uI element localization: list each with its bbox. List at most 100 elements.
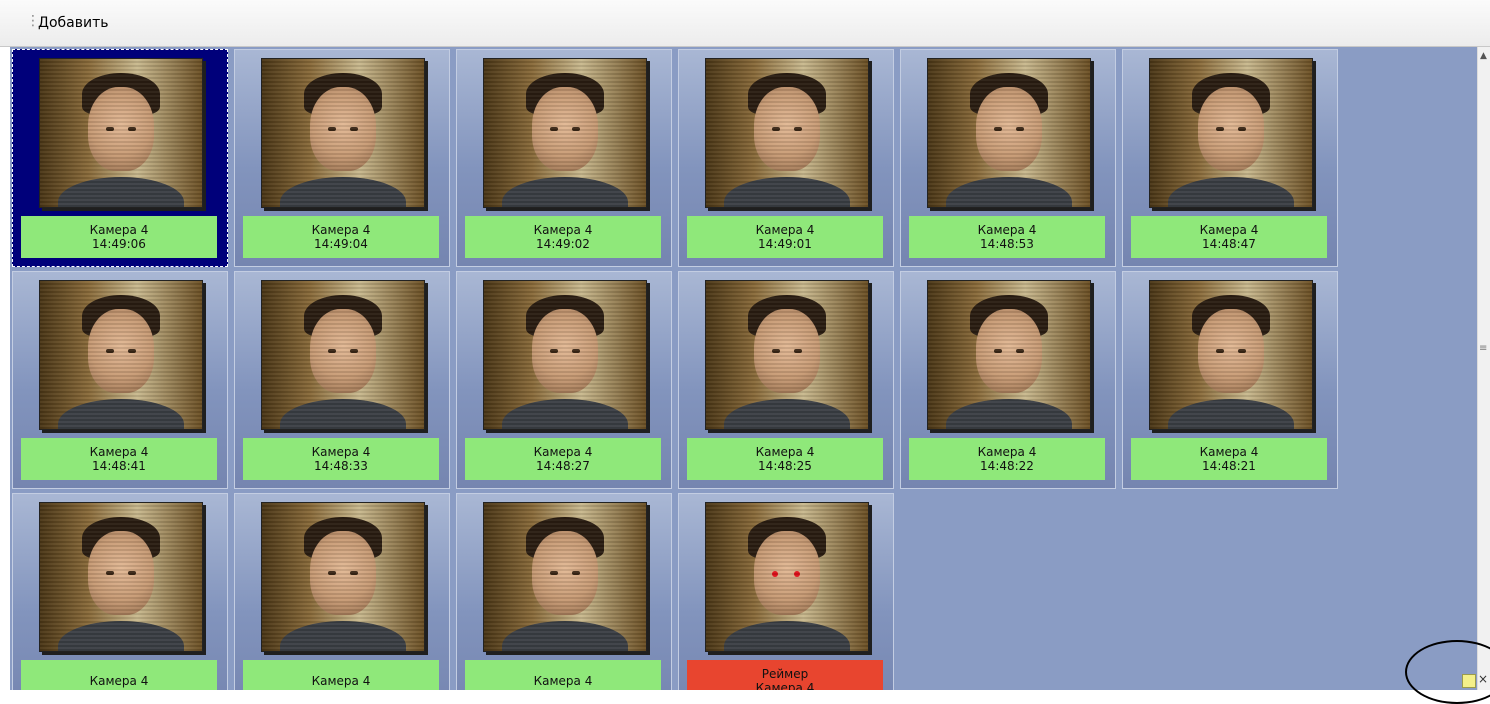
tile-timestamp: 14:48:41	[92, 459, 146, 473]
face-photo	[39, 280, 203, 430]
vertical-scrollbar[interactable]: ▲ ≡	[1477, 47, 1490, 690]
tile-camera-label: Камера 4	[311, 445, 371, 459]
scanlines	[1150, 281, 1312, 429]
face-photo	[927, 58, 1091, 208]
tile-caption: Камера 4 14:48:53	[909, 216, 1105, 258]
scanlines	[484, 281, 646, 429]
tile-timestamp: 14:49:06	[92, 237, 146, 251]
tile-camera-label: Камера 4	[1199, 445, 1259, 459]
tile-caption: Камера 4 14:48:47	[1131, 216, 1327, 258]
face-tile[interactable]: Камера 4 14:48:22	[900, 271, 1116, 489]
scanlines	[706, 59, 868, 207]
face-tile[interactable]: Камера 4 14:48:21	[1122, 271, 1338, 489]
tile-caption: Камера 4 14:48:41	[21, 438, 217, 480]
face-tile[interactable]: Камера 4 14:48:53	[900, 49, 1116, 267]
tile-caption: Камера 4	[21, 660, 217, 690]
tile-caption: Камера 4 14:48:21	[1131, 438, 1327, 480]
face-photo	[261, 280, 425, 430]
face-tile[interactable]: Камера 4 14:48:41	[12, 271, 228, 489]
face-photo	[483, 502, 647, 652]
tile-camera-label: Камера 4	[977, 223, 1037, 237]
toolbar: ⋮ Добавить	[0, 0, 1490, 47]
tile-timestamp: 14:48:27	[536, 459, 590, 473]
tile-camera-label: Камера 4	[977, 445, 1037, 459]
face-tile[interactable]: Камера 4 14:49:06	[12, 49, 228, 267]
face-photo	[705, 280, 869, 430]
tile-camera-label: Камера 4	[533, 445, 593, 459]
tile-timestamp: 14:48:25	[758, 459, 812, 473]
tile-camera-label: Камера 4	[89, 445, 149, 459]
face-tile[interactable]: Камера 4 14:48:25	[678, 271, 894, 489]
tile-timestamp: 14:49:01	[758, 237, 812, 251]
face-tile[interactable]: Камера 4	[234, 493, 450, 690]
scanlines	[928, 59, 1090, 207]
tile-caption: Реймер Камера 4	[687, 660, 883, 690]
face-photo	[483, 58, 647, 208]
face-photo	[705, 502, 869, 652]
tile-timestamp: 14:49:02	[536, 237, 590, 251]
tile-timestamp: 14:49:04	[314, 237, 368, 251]
tile-camera-label: Камера 4	[533, 223, 593, 237]
tile-camera-label: Реймер	[761, 667, 809, 681]
chevron-up-icon[interactable]: ▲	[1480, 51, 1487, 61]
tile-camera-label: Камера 4	[755, 223, 815, 237]
face-tile[interactable]: Камера 4 14:48:27	[456, 271, 672, 489]
face-tile[interactable]: Камера 4 14:49:04	[234, 49, 450, 267]
tile-caption: Камера 4 14:48:22	[909, 438, 1105, 480]
tile-timestamp: 14:48:33	[314, 459, 368, 473]
tile-camera-label: Камера 4	[311, 223, 371, 237]
scanlines	[484, 59, 646, 207]
scroll-grip-icon[interactable]: ≡	[1479, 343, 1487, 354]
scanlines	[262, 503, 424, 651]
scanlines	[262, 281, 424, 429]
face-tile[interactable]: Камера 4	[12, 493, 228, 690]
scanlines	[706, 281, 868, 429]
scanlines	[1150, 59, 1312, 207]
tile-caption: Камера 4 14:49:04	[243, 216, 439, 258]
face-tile[interactable]: Камера 4	[456, 493, 672, 690]
tile-caption: Камера 4 14:49:02	[465, 216, 661, 258]
tile-camera-label: Камера 4	[533, 674, 593, 688]
tile-caption: Камера 4 14:48:25	[687, 438, 883, 480]
face-photo	[1149, 58, 1313, 208]
tile-camera-label: Камера 4	[89, 223, 149, 237]
tile-camera-label: Камера 4	[89, 674, 149, 688]
scanlines	[40, 503, 202, 651]
face-tile[interactable]: Реймер Камера 4	[678, 493, 894, 690]
face-photo	[39, 58, 203, 208]
scanlines	[262, 59, 424, 207]
add-button[interactable]: Добавить	[34, 13, 112, 33]
tile-caption: Камера 4 14:48:33	[243, 438, 439, 480]
face-photo	[1149, 280, 1313, 430]
scanlines	[484, 503, 646, 651]
tile-timestamp: 14:48:53	[980, 237, 1034, 251]
face-photo	[39, 502, 203, 652]
scanlines	[706, 503, 868, 651]
tile-camera-label: Камера 4	[311, 674, 371, 688]
scanlines	[928, 281, 1090, 429]
tile-caption: Камера 4 14:49:06	[21, 216, 217, 258]
tile-camera-label: Камера 4	[1199, 223, 1259, 237]
tile-timestamp: 14:48:21	[1202, 459, 1256, 473]
face-photo	[261, 502, 425, 652]
tile-timestamp: 14:48:22	[980, 459, 1034, 473]
tile-caption: Камера 4 14:48:27	[465, 438, 661, 480]
face-photo	[705, 58, 869, 208]
tile-caption: Камера 4	[465, 660, 661, 690]
tile-caption: Камера 4 14:49:01	[687, 216, 883, 258]
resize-grip-icon[interactable]	[1462, 674, 1476, 688]
scanlines	[40, 281, 202, 429]
face-photo	[261, 58, 425, 208]
face-tile[interactable]: Камера 4 14:48:47	[1122, 49, 1338, 267]
face-tile[interactable]: Камера 4 14:49:01	[678, 49, 894, 267]
face-photo	[927, 280, 1091, 430]
face-tile[interactable]: Камера 4 14:48:33	[234, 271, 450, 489]
tile-timestamp: 14:48:47	[1202, 237, 1256, 251]
tile-timestamp: Камера 4	[755, 681, 815, 690]
tile-camera-label: Камера 4	[755, 445, 815, 459]
close-icon[interactable]: ×	[1478, 672, 1488, 686]
face-tile[interactable]: Камера 4 14:49:02	[456, 49, 672, 267]
scanlines	[40, 59, 202, 207]
tile-caption: Камера 4	[243, 660, 439, 690]
face-gallery: Камера 4 14:49:06 Камера 4 14:49:04 Камера 4…	[10, 47, 1477, 690]
